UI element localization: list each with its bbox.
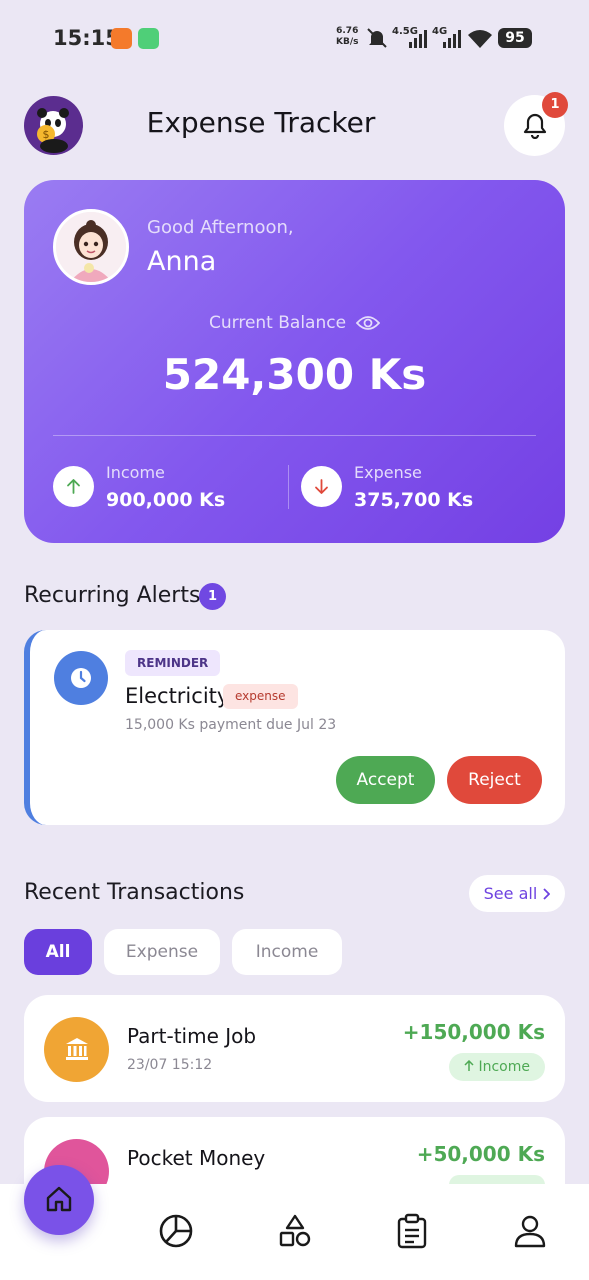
signal-bars-icon	[443, 30, 461, 48]
transaction-type-label: Income	[478, 1059, 530, 1075]
arrow-up-icon	[67, 479, 80, 494]
user-name: Anna	[147, 246, 217, 277]
wifi-icon	[468, 30, 492, 48]
alert-type-tag: expense	[223, 684, 298, 709]
clock-icon	[71, 668, 91, 688]
filter-all[interactable]: All	[24, 929, 92, 975]
arrow-up-icon	[464, 1059, 474, 1071]
transaction-type-badge: Income	[449, 1053, 545, 1081]
filter-income[interactable]: Income	[232, 929, 342, 975]
expense-value: 375,700 Ks	[354, 489, 474, 511]
transaction-date: 23/07 15:12	[127, 1057, 213, 1073]
reject-button[interactable]: Reject	[447, 756, 542, 804]
income-label: Income	[106, 463, 165, 482]
app-notification-icon	[111, 28, 132, 49]
income-value: 900,000 Ks	[106, 489, 226, 511]
recurring-alerts-title: Recurring Alerts	[24, 583, 201, 608]
transaction-amount: +150,000 Ks	[402, 1020, 545, 1044]
reminder-tag: REMINDER	[125, 650, 221, 676]
network-speed: 6.76 KB/s	[336, 26, 358, 48]
income-indicator	[53, 466, 94, 507]
categories-icon[interactable]	[277, 1213, 313, 1249]
mute-icon	[367, 28, 387, 48]
network-speed-unit: KB/s	[336, 37, 359, 47]
status-time: 15:15	[53, 26, 120, 50]
avatar[interactable]	[53, 209, 129, 285]
greeting-text: Good Afternoon,	[147, 217, 294, 238]
reminder-indicator	[54, 651, 108, 705]
see-all-label: See all	[483, 884, 538, 903]
expense-label: Expense	[354, 463, 422, 482]
recent-transactions-title: Recent Transactions	[24, 880, 245, 905]
status-bar: 15:15 6.76 KB/s 4.5G 4G 95	[0, 0, 589, 75]
eye-icon[interactable]	[356, 314, 380, 332]
see-all-button[interactable]: See all	[469, 875, 565, 912]
page-title-text: Expense Tracker	[146, 106, 376, 139]
user-avatar-icon	[56, 212, 126, 282]
bell-icon	[523, 113, 547, 139]
tools-notification-icon	[138, 28, 159, 49]
transaction-name: Part-time Job	[127, 1024, 257, 1048]
accept-button[interactable]: Accept	[336, 756, 435, 804]
recurring-count-badge: 1	[199, 583, 226, 610]
battery-indicator: 95	[498, 28, 532, 48]
nav-home-button[interactable]	[24, 1165, 94, 1235]
home-icon	[46, 1186, 72, 1212]
alert-description: 15,000 Ks payment due Jul 23	[125, 717, 337, 733]
arrow-down-icon	[315, 479, 328, 494]
expense-indicator	[301, 466, 342, 507]
transaction-amount: +50,000 Ks	[416, 1142, 545, 1166]
transaction-name: Pocket Money	[127, 1146, 266, 1170]
page-title: Expense Tracker	[0, 106, 520, 139]
bank-icon	[66, 1038, 88, 1060]
pie-chart-icon[interactable]	[158, 1213, 194, 1249]
signal-bars-icon	[409, 30, 427, 48]
transaction-icon	[44, 1017, 109, 1082]
card-vertical-divider	[288, 465, 289, 509]
balance-value: 524,300 Ks	[162, 350, 427, 399]
notification-count-badge: 1	[542, 92, 568, 118]
clipboard-icon[interactable]	[394, 1213, 430, 1249]
card-divider	[53, 435, 536, 436]
filter-expense[interactable]: Expense	[104, 929, 220, 975]
profile-icon[interactable]	[512, 1213, 548, 1249]
network-speed-value: 6.76	[336, 26, 359, 36]
chevron-right-icon	[543, 888, 551, 900]
alert-name: Electricity	[125, 684, 230, 708]
balance-label: Current Balance	[209, 313, 347, 333]
